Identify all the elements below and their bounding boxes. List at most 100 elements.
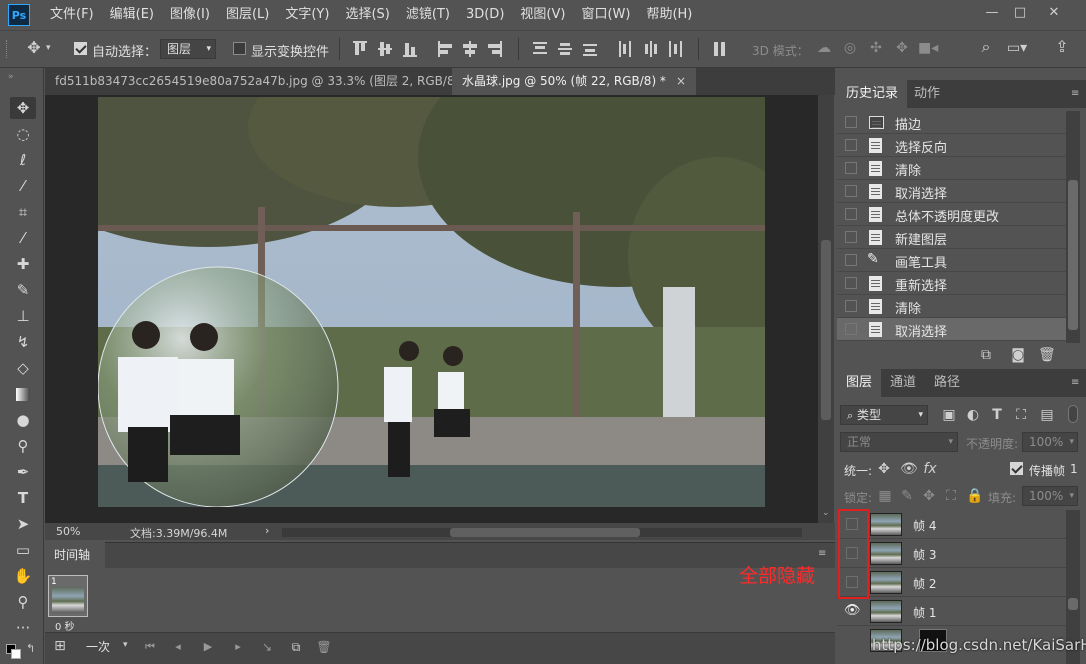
filter-pixel-icon[interactable]: ▣ [942,407,956,423]
panel-menu-icon[interactable]: ≡ [1071,377,1079,388]
layer-filter-dropdown[interactable]: ⌕ 类型 ▾ [840,405,928,425]
auto-align-icon[interactable] [713,41,727,57]
unify-style-icon[interactable]: fx [922,461,938,477]
auto-select-checkbox[interactable] [74,42,87,55]
tab-paths[interactable]: 路径 [925,369,969,397]
panel-menu-icon[interactable]: ≡ [818,548,826,559]
crop-tool-icon[interactable]: ⌗ [10,201,36,223]
3d-slide-icon[interactable]: ✥ [892,40,912,56]
menu-layer[interactable]: 图层(L) [218,0,277,30]
pen-tool-icon[interactable]: ✒ [10,461,36,483]
layer-row[interactable]: 帧 2 [837,568,1066,597]
history-brush-tool-icon[interactable]: ↯ [10,331,36,353]
opacity-input[interactable]: 100% ▾ [1022,432,1078,452]
snapshot-camera-icon[interactable]: ◙ [1010,347,1026,363]
distribute-hcenter-icon[interactable] [643,41,657,57]
lasso-tool-icon[interactable]: ℓ [10,149,36,171]
duplicate-frame-icon[interactable]: ⧉ [288,639,304,655]
history-item[interactable]: 取消选择 [837,180,1066,203]
history-scroll-thumb[interactable] [1068,180,1078,330]
eraser-tool-icon[interactable]: ◇ [10,357,36,379]
history-item-selected[interactable]: 取消选择 [837,318,1066,341]
delete-state-icon[interactable]: 🗑 [1038,347,1056,363]
menu-image[interactable]: 图像(I) [162,0,218,30]
3d-pan-icon[interactable]: ✣ [866,40,886,56]
chevron-down-icon[interactable]: ▾ [46,40,51,56]
layer-name[interactable]: 帧 1 [913,604,936,621]
history-state-checkbox[interactable] [845,208,857,220]
menu-select[interactable]: 选择(S) [337,0,397,30]
scroll-down-arrow-icon[interactable]: ⌄ [822,508,830,518]
eye-icon[interactable]: 👁 [844,603,861,618]
panel-menu-icon[interactable]: ≡ [1071,88,1079,99]
history-item[interactable]: 描边 [837,111,1066,134]
filter-toggle[interactable] [1068,405,1078,423]
collapse-toolbar-icon[interactable]: » [8,72,14,82]
type-tool-icon[interactable]: T [10,487,36,509]
healing-brush-tool-icon[interactable]: ✚ [10,253,36,275]
brush-tool-icon[interactable]: ✎ [10,279,36,301]
quick-select-tool-icon[interactable]: ⁄ [10,175,36,197]
maximize-button[interactable]: □ [1011,6,1029,20]
history-item[interactable]: 重新选择 [837,272,1066,295]
unify-position-icon[interactable]: ✥ [876,461,892,477]
frame-delay[interactable]: 0 秒 [55,618,75,633]
lock-image-icon[interactable]: ✎ [900,488,914,504]
history-state-checkbox[interactable] [845,139,857,151]
hand-tool-icon[interactable]: ✋ [10,565,36,587]
workspace-icon[interactable]: ▭▾ [1006,40,1028,56]
history-state-checkbox[interactable] [845,300,857,312]
lock-artboard-icon[interactable]: ⛶ [944,488,958,504]
lock-transparent-icon[interactable]: ▦ [878,488,892,504]
distribute-right-icon[interactable] [668,41,682,57]
menu-window[interactable]: 窗口(W) [573,0,638,30]
delete-frame-icon[interactable]: 🗑 [316,639,332,655]
history-state-checkbox[interactable] [845,277,857,289]
menu-view[interactable]: 视图(V) [512,0,573,30]
3d-orbit-icon[interactable]: ☁ [814,40,834,56]
align-vcenter-icon[interactable] [378,41,392,57]
timeline-frame[interactable]: 1 [48,575,88,617]
menu-filter[interactable]: 滤镜(T) [398,0,458,30]
align-right-icon[interactable] [488,41,502,57]
layers-scroll-thumb[interactable] [1068,598,1078,610]
canvas-scroll-thumb[interactable] [821,240,831,420]
dodge-tool-icon[interactable]: ⚲ [10,435,36,457]
status-menu-arrow-icon[interactable]: › [265,524,269,537]
lock-position-icon[interactable]: ✥ [922,488,936,504]
lock-all-icon[interactable]: 🔒 [966,488,983,504]
first-frame-icon[interactable]: ⏮ [143,639,157,655]
menu-help[interactable]: 帮助(H) [638,0,700,30]
search-icon[interactable]: ⌕ [976,39,996,55]
distribute-top-icon[interactable] [533,41,547,57]
play-icon[interactable]: ▶ [201,639,215,655]
history-state-checkbox[interactable] [845,185,857,197]
layer-row[interactable]: 帧 4 [837,510,1066,539]
share-icon[interactable]: ⇪ [1052,39,1072,55]
3d-scale-icon[interactable]: ■◂ [918,40,938,56]
history-state-checkbox[interactable] [845,162,857,174]
new-document-from-state-icon[interactable]: ⧉ [978,347,994,363]
timeline-tab[interactable]: 时间轴 [45,542,105,568]
menu-3d[interactable]: 3D(D) [458,0,512,30]
3d-roll-icon[interactable]: ◎ [840,40,860,56]
next-frame-icon[interactable]: ▸ [231,639,245,655]
distribute-left-icon[interactable] [618,41,632,57]
more-tools-icon[interactable]: ··· [10,617,36,639]
layer-row[interactable]: 👁 帧 1 [837,597,1066,626]
filter-type-icon[interactable]: T [990,407,1004,423]
blur-tool-icon[interactable]: ● [10,409,36,431]
minimize-button[interactable]: — [983,6,1001,20]
document-image[interactable] [98,97,765,507]
fill-input[interactable]: 100% ▾ [1022,486,1078,506]
layer-name[interactable]: 帧 4 [913,517,936,534]
align-bottom-icon[interactable] [403,41,417,57]
auto-select-dropdown[interactable]: 图层 ▾ [160,39,216,59]
filter-shape-icon[interactable]: ⛶ [1014,407,1028,423]
layer-name[interactable]: 帧 2 [913,575,936,592]
rectangle-tool-icon[interactable]: ▭ [10,539,36,561]
tab-actions[interactable]: 动作 [905,80,949,108]
history-item[interactable]: 清除 [837,157,1066,180]
history-state-checkbox[interactable] [845,231,857,243]
show-transform-checkbox[interactable] [233,42,246,55]
